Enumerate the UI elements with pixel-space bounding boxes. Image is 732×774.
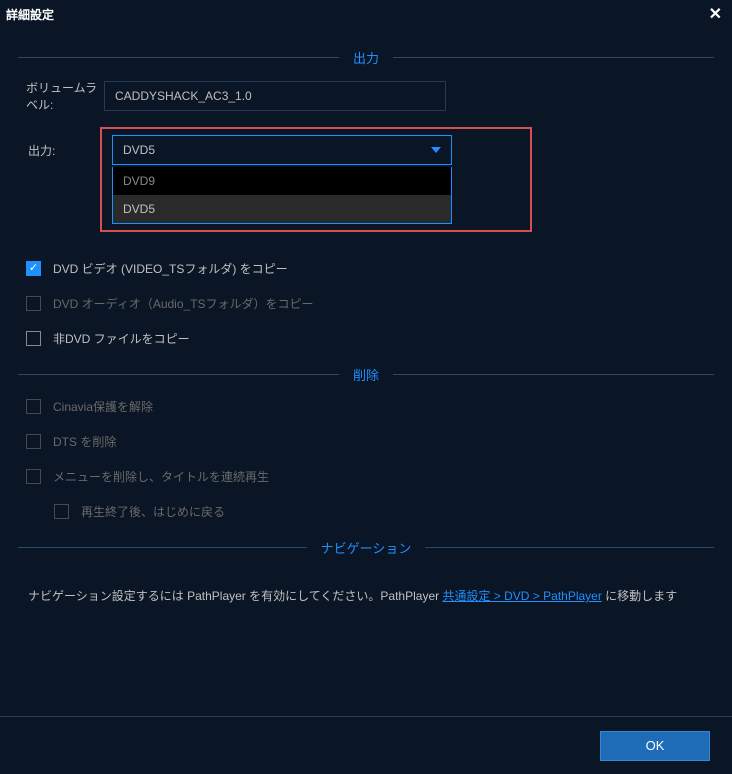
copy-audio-checkbox-row: DVD オーディオ（Audio_TSフォルダ）をコピー (26, 295, 714, 312)
section-header-output: 出力 (18, 48, 714, 67)
remove-repeat-row: 再生終了後、はじめに戻る (26, 503, 714, 520)
output-dropdown: DVD9 DVD5 (112, 167, 452, 224)
copy-nondvd-checkbox[interactable] (26, 331, 41, 346)
copy-video-checkbox-row[interactable]: DVD ビデオ (VIDEO_TSフォルダ) をコピー (26, 260, 714, 277)
section-header-remove: 削除 (18, 365, 714, 384)
remove-repeat-checkbox (54, 504, 69, 519)
navigation-text-suffix: に移動します (602, 589, 677, 603)
copy-nondvd-label: 非DVD ファイルをコピー (53, 330, 190, 347)
remove-dts-checkbox (26, 434, 41, 449)
volume-label-label: ボリュームラベル: (18, 79, 104, 113)
copy-audio-label: DVD オーディオ（Audio_TSフォルダ）をコピー (53, 295, 314, 312)
pathplayer-link[interactable]: 共通設定 > DVD > PathPlayer (442, 589, 601, 603)
remove-dts-label: DTS を削除 (53, 433, 116, 450)
remove-menu-checkbox (26, 469, 41, 484)
remove-cinavia-label: Cinavia保護を解除 (53, 398, 153, 415)
output-highlight-box: 出力: DVD5 DVD9 DVD5 (100, 127, 532, 232)
remove-cinavia-row: Cinavia保護を解除 (26, 398, 714, 415)
ok-button[interactable]: OK (600, 731, 710, 761)
remove-repeat-label: 再生終了後、はじめに戻る (81, 503, 225, 520)
chevron-down-icon (431, 147, 441, 153)
navigation-text-prefix: ナビゲーション設定するには PathPlayer を有効にしてください。Path… (28, 589, 442, 603)
remove-menu-row: メニューを削除し、タイトルを連続再生 (26, 468, 714, 485)
section-header-navigation: ナビゲーション (18, 538, 714, 557)
output-option-dvd5[interactable]: DVD5 (113, 195, 451, 223)
section-title-remove: 削除 (339, 365, 393, 384)
section-title-navigation: ナビゲーション (307, 538, 426, 557)
output-option-dvd9[interactable]: DVD9 (113, 167, 451, 195)
copy-nondvd-checkbox-row[interactable]: 非DVD ファイルをコピー (26, 330, 714, 347)
remove-menu-label: メニューを削除し、タイトルを連続再生 (53, 468, 269, 485)
remove-dts-row: DTS を削除 (26, 433, 714, 450)
navigation-description: ナビゲーション設定するには PathPlayer を有効にしてください。Path… (18, 569, 714, 606)
copy-audio-checkbox (26, 296, 41, 311)
copy-video-label: DVD ビデオ (VIDEO_TSフォルダ) をコピー (53, 260, 288, 277)
close-icon[interactable]: ✕ (709, 4, 722, 24)
copy-video-checkbox[interactable] (26, 261, 41, 276)
output-select[interactable]: DVD5 (112, 135, 452, 165)
output-label: 出力: (28, 142, 55, 159)
output-selected-value: DVD5 (123, 143, 155, 157)
volume-label-input[interactable] (104, 81, 446, 111)
section-title-output: 出力 (339, 48, 393, 67)
window-title: 詳細設定 (6, 6, 54, 23)
remove-cinavia-checkbox (26, 399, 41, 414)
